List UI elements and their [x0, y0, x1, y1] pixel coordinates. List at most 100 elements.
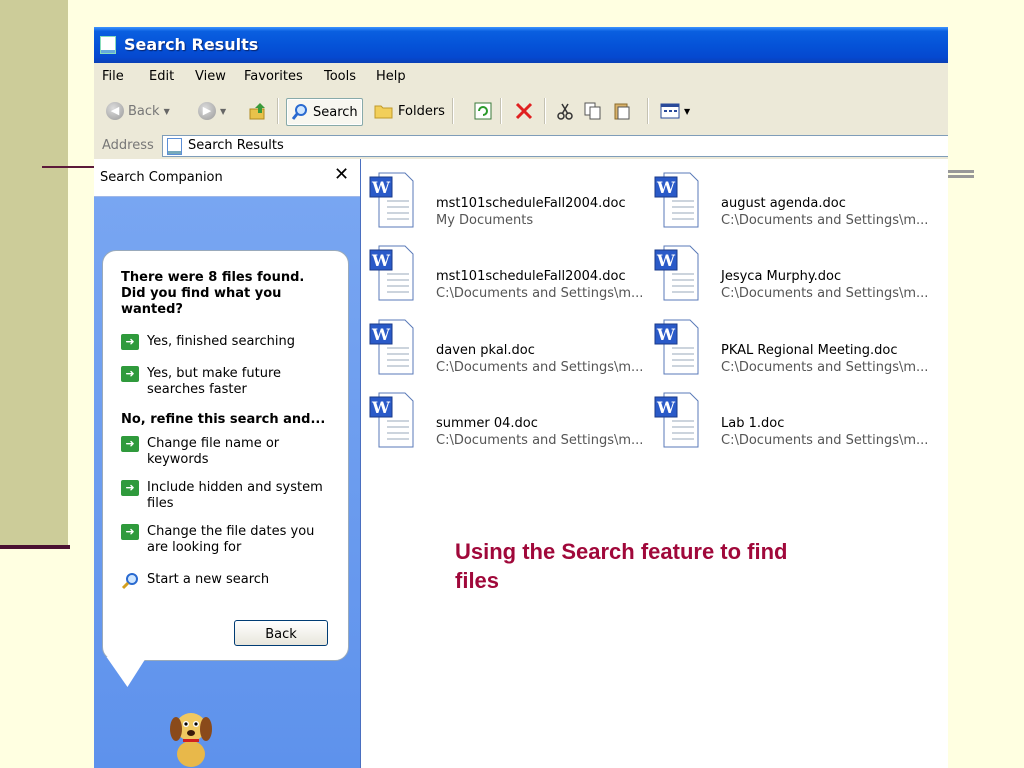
file-item[interactable]: W Lab 1.doc C:\Documents and Settings\m.… — [654, 391, 939, 451]
word-document-icon: W — [369, 392, 414, 448]
companion-header: Search Companion ✕ — [94, 159, 360, 197]
cut-button[interactable] — [557, 98, 573, 124]
file-path: C:\Documents and Settings\m... — [721, 433, 929, 448]
file-name: Jesyca Murphy.doc — [721, 269, 842, 284]
word-document-icon: W — [654, 319, 699, 375]
file-item[interactable]: W mst101scheduleFall2004.doc C:\Document… — [369, 244, 654, 304]
file-name: mst101scheduleFall2004.doc — [436, 196, 626, 211]
folders-button[interactable]: Folders — [374, 98, 445, 124]
up-folder-button[interactable] — [248, 98, 268, 124]
file-name: daven pkal.doc — [436, 343, 535, 358]
file-path: C:\Documents and Settings\m... — [436, 286, 644, 301]
toolbar: ◀ Back ▼ ▶ ▼ Search Folders ▼ — [94, 90, 948, 133]
search-button[interactable]: Search — [286, 98, 363, 126]
option-finished-searching[interactable]: ➜ Yes, finished searching — [121, 334, 336, 350]
toolbar-separator — [277, 98, 279, 124]
option-change-file-name[interactable]: ➜ Change file name or keywords — [121, 436, 336, 468]
file-item[interactable]: W summer 04.doc C:\Documents and Setting… — [369, 391, 654, 451]
word-document-icon: W — [369, 172, 414, 228]
toolbar-separator — [452, 98, 454, 124]
svg-text:W: W — [656, 178, 676, 197]
file-item[interactable]: W daven pkal.doc C:\Documents and Settin… — [369, 318, 654, 378]
svg-text:W: W — [656, 251, 676, 270]
chevron-down-icon[interactable]: ▼ — [220, 107, 226, 116]
search-results-icon — [167, 138, 182, 155]
word-document-icon: W — [654, 172, 699, 228]
speech-bubble-tail — [106, 657, 158, 687]
file-name: mst101scheduleFall2004.doc — [436, 269, 626, 284]
copy-button[interactable] — [584, 98, 602, 124]
file-name: august agenda.doc — [721, 196, 846, 211]
slide-divider-line — [42, 166, 98, 168]
up-folder-icon — [249, 103, 265, 120]
file-name: PKAL Regional Meeting.doc — [721, 343, 898, 358]
slide-left-bar — [0, 0, 68, 547]
svg-text:W: W — [371, 325, 391, 344]
svg-text:W: W — [656, 325, 676, 344]
file-path: C:\Documents and Settings\m... — [721, 213, 929, 228]
search-dog-icon[interactable] — [156, 699, 226, 768]
views-icon — [660, 103, 680, 119]
menu-favorites[interactable]: Favorites — [244, 69, 303, 84]
word-document-icon: W — [654, 245, 699, 301]
svg-text:W: W — [371, 251, 391, 270]
word-document-icon: W — [654, 392, 699, 448]
companion-back-button[interactable]: Back — [234, 620, 328, 646]
option-include-hidden[interactable]: ➜ Include hidden and system files — [121, 480, 336, 512]
toolbar-separator — [544, 98, 546, 124]
companion-title: Search Companion — [100, 170, 223, 185]
menu-bar: File Edit View Favorites Tools Help — [94, 63, 948, 91]
menu-view[interactable]: View — [195, 69, 226, 84]
slide-caption: Using the Search feature to find files — [455, 539, 788, 593]
svg-text:W: W — [371, 178, 391, 197]
refine-heading: No, refine this search and... — [121, 412, 326, 427]
file-path: C:\Documents and Settings\m... — [721, 360, 929, 375]
move-to-icon — [474, 102, 492, 120]
menu-help[interactable]: Help — [376, 69, 406, 84]
close-icon[interactable]: ✕ — [334, 164, 349, 185]
views-button[interactable]: ▼ — [660, 98, 690, 124]
menu-tools[interactable]: Tools — [324, 69, 356, 84]
slide-divider-line — [946, 170, 974, 178]
option-change-dates[interactable]: ➜ Change the file dates you are looking … — [121, 524, 336, 556]
scissors-icon — [557, 103, 573, 120]
menu-file[interactable]: File — [102, 69, 124, 84]
toolbar-separator — [647, 98, 649, 124]
menu-edit[interactable]: Edit — [149, 69, 174, 84]
option-new-search[interactable]: Start a new search — [121, 572, 336, 590]
file-item[interactable]: W PKAL Regional Meeting.doc C:\Documents… — [654, 318, 939, 378]
window-title: Search Results — [124, 35, 259, 54]
title-bar[interactable]: Search Results — [94, 27, 948, 63]
move-to-button[interactable] — [474, 98, 492, 124]
speech-bubble: There were 8 files found. Did you find w… — [102, 250, 349, 661]
delete-x-icon — [515, 102, 533, 120]
back-button[interactable]: ◀ Back ▼ — [106, 98, 170, 124]
word-document-icon: W — [369, 245, 414, 301]
magnifier-icon — [291, 104, 307, 120]
svg-text:W: W — [656, 398, 676, 417]
chevron-down-icon[interactable]: ▼ — [164, 107, 170, 116]
svg-text:W: W — [371, 398, 391, 417]
folder-icon — [374, 105, 393, 119]
address-value: Search Results — [188, 138, 284, 153]
toolbar-separator — [500, 98, 502, 124]
file-item[interactable]: W mst101scheduleFall2004.doc My Document… — [369, 171, 654, 231]
address-input[interactable]: Search Results — [162, 135, 948, 157]
results-summary: There were 8 files found. Did you find w… — [121, 270, 305, 317]
file-item[interactable]: W Jesyca Murphy.doc C:\Documents and Set… — [654, 244, 939, 304]
file-path: C:\Documents and Settings\m... — [721, 286, 929, 301]
address-bar: Address Search Results — [94, 132, 948, 159]
slide-divider-line — [0, 545, 70, 549]
paste-button[interactable] — [613, 98, 631, 124]
file-item[interactable]: W august agenda.doc C:\Documents and Set… — [654, 171, 939, 231]
delete-button[interactable] — [514, 98, 534, 124]
file-path: C:\Documents and Settings\m... — [436, 433, 644, 448]
chevron-down-icon[interactable]: ▼ — [684, 107, 690, 116]
address-label: Address — [102, 138, 154, 153]
option-faster-searches[interactable]: ➜ Yes, but make future searches faster — [121, 366, 336, 398]
green-arrow-icon: ➜ — [121, 524, 139, 540]
clipboard-icon — [614, 103, 630, 120]
search-companion-pane: Search Companion ✕ There were 8 files fo… — [94, 159, 361, 768]
forward-button[interactable]: ▶ ▼ — [198, 98, 226, 124]
magnifier-icon — [121, 573, 138, 590]
